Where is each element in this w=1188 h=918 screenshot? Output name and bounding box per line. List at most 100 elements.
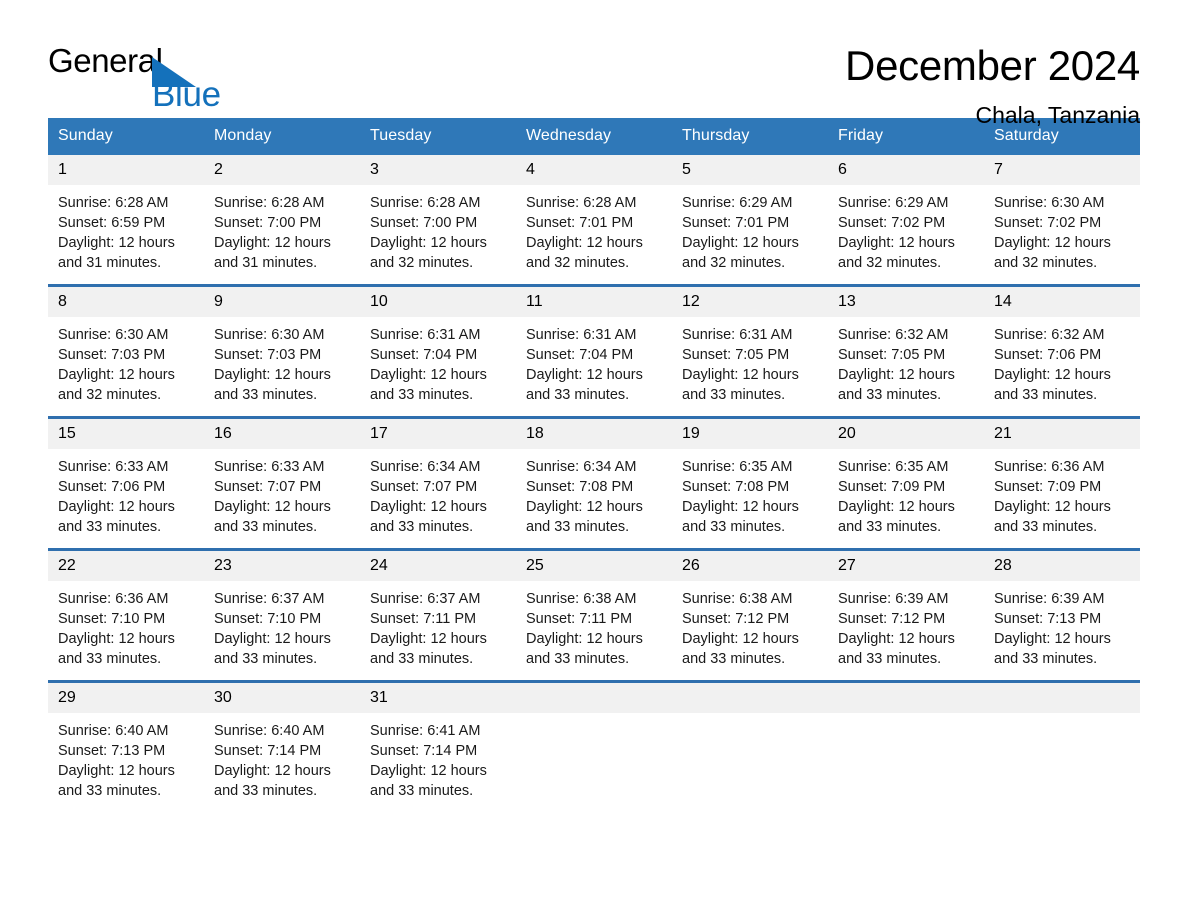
weekday-header-row: Sunday Monday Tuesday Wednesday Thursday… — [48, 118, 1140, 155]
sunrise-text: Sunrise: 6:33 AM — [58, 459, 169, 475]
weekday-friday: Friday — [838, 127, 884, 144]
logo-word-general: General — [48, 42, 163, 79]
sunset-text: Sunset: 7:01 PM — [526, 215, 634, 231]
sunset-text: Sunset: 7:10 PM — [214, 611, 322, 627]
daylight-line2: and 32 minutes. — [370, 255, 474, 271]
day-cell[interactable]: 22 Sunrise: 6:36 AM Sunset: 7:10 PM Dayl… — [48, 551, 204, 669]
generalblue-logo[interactable]: General Blue — [48, 44, 308, 114]
day-details: Sunrise: 6:40 AM Sunset: 7:13 PM Dayligh… — [48, 713, 204, 801]
day-cell[interactable]: 29 Sunrise: 6:40 AM Sunset: 7:13 PM Dayl… — [48, 683, 204, 801]
day-cell[interactable]: 7 Sunrise: 6:30 AM Sunset: 7:02 PM Dayli… — [984, 155, 1140, 273]
daylight-line2: and 32 minutes. — [526, 255, 630, 271]
day-details: Sunrise: 6:29 AM Sunset: 7:02 PM Dayligh… — [828, 185, 984, 273]
sunrise-text: Sunrise: 6:39 AM — [838, 591, 949, 607]
day-cell[interactable]: 10 Sunrise: 6:31 AM Sunset: 7:04 PM Dayl… — [360, 287, 516, 405]
daylight-line1: Daylight: 12 hours — [58, 235, 175, 251]
day-cell[interactable]: 1 Sunrise: 6:28 AM Sunset: 6:59 PM Dayli… — [48, 155, 204, 273]
day-number: 16 — [204, 419, 360, 449]
daylight-line2: and 33 minutes. — [838, 519, 942, 535]
day-cell[interactable]: 2 Sunrise: 6:28 AM Sunset: 7:00 PM Dayli… — [204, 155, 360, 273]
day-cell[interactable]: 12 Sunrise: 6:31 AM Sunset: 7:05 PM Dayl… — [672, 287, 828, 405]
day-cell[interactable]: 11 Sunrise: 6:31 AM Sunset: 7:04 PM Dayl… — [516, 287, 672, 405]
daylight-line1: Daylight: 12 hours — [838, 631, 955, 647]
sunset-text: Sunset: 7:14 PM — [370, 743, 478, 759]
sunset-text: Sunset: 7:07 PM — [370, 479, 478, 495]
sunrise-text: Sunrise: 6:40 AM — [214, 723, 325, 739]
sunset-text: Sunset: 7:05 PM — [682, 347, 790, 363]
day-details: Sunrise: 6:32 AM Sunset: 7:06 PM Dayligh… — [984, 317, 1140, 405]
day-cell[interactable]: 27 Sunrise: 6:39 AM Sunset: 7:12 PM Dayl… — [828, 551, 984, 669]
daylight-line2: and 33 minutes. — [526, 519, 630, 535]
day-details: Sunrise: 6:40 AM Sunset: 7:14 PM Dayligh… — [204, 713, 360, 801]
day-cell[interactable]: 24 Sunrise: 6:37 AM Sunset: 7:11 PM Dayl… — [360, 551, 516, 669]
day-number: 14 — [984, 287, 1140, 317]
week-row: 22 Sunrise: 6:36 AM Sunset: 7:10 PM Dayl… — [48, 548, 1140, 669]
day-cell[interactable]: 3 Sunrise: 6:28 AM Sunset: 7:00 PM Dayli… — [360, 155, 516, 273]
day-cell[interactable]: 4 Sunrise: 6:28 AM Sunset: 7:01 PM Dayli… — [516, 155, 672, 273]
day-details: Sunrise: 6:33 AM Sunset: 7:07 PM Dayligh… — [204, 449, 360, 537]
sunrise-text: Sunrise: 6:31 AM — [682, 327, 793, 343]
weekday-tuesday: Tuesday — [370, 127, 432, 144]
day-cell-empty — [516, 683, 672, 801]
day-cell[interactable]: 16 Sunrise: 6:33 AM Sunset: 7:07 PM Dayl… — [204, 419, 360, 537]
day-details: Sunrise: 6:36 AM Sunset: 7:09 PM Dayligh… — [984, 449, 1140, 537]
daylight-line2: and 33 minutes. — [370, 651, 474, 667]
day-cell[interactable]: 9 Sunrise: 6:30 AM Sunset: 7:03 PM Dayli… — [204, 287, 360, 405]
daylight-line1: Daylight: 12 hours — [370, 235, 487, 251]
day-cell[interactable]: 18 Sunrise: 6:34 AM Sunset: 7:08 PM Dayl… — [516, 419, 672, 537]
sunset-text: Sunset: 7:08 PM — [682, 479, 790, 495]
day-cell[interactable]: 28 Sunrise: 6:39 AM Sunset: 7:13 PM Dayl… — [984, 551, 1140, 669]
daylight-line1: Daylight: 12 hours — [214, 763, 331, 779]
day-details: Sunrise: 6:39 AM Sunset: 7:13 PM Dayligh… — [984, 581, 1140, 669]
daylight-line1: Daylight: 12 hours — [214, 499, 331, 515]
day-cell[interactable]: 26 Sunrise: 6:38 AM Sunset: 7:12 PM Dayl… — [672, 551, 828, 669]
day-cell[interactable]: 20 Sunrise: 6:35 AM Sunset: 7:09 PM Dayl… — [828, 419, 984, 537]
day-cell[interactable]: 6 Sunrise: 6:29 AM Sunset: 7:02 PM Dayli… — [828, 155, 984, 273]
sunset-text: Sunset: 7:04 PM — [526, 347, 634, 363]
daylight-line1: Daylight: 12 hours — [58, 631, 175, 647]
day-cell[interactable]: 5 Sunrise: 6:29 AM Sunset: 7:01 PM Dayli… — [672, 155, 828, 273]
day-cell[interactable]: 23 Sunrise: 6:37 AM Sunset: 7:10 PM Dayl… — [204, 551, 360, 669]
day-number: 21 — [984, 419, 1140, 449]
daylight-line2: and 32 minutes. — [838, 255, 942, 271]
day-details: Sunrise: 6:32 AM Sunset: 7:05 PM Dayligh… — [828, 317, 984, 405]
weekday-saturday: Saturday — [994, 127, 1059, 144]
day-cell[interactable]: 14 Sunrise: 6:32 AM Sunset: 7:06 PM Dayl… — [984, 287, 1140, 405]
day-number: 25 — [516, 551, 672, 581]
day-number: 11 — [516, 287, 672, 317]
day-number: 30 — [204, 683, 360, 713]
day-cell[interactable]: 17 Sunrise: 6:34 AM Sunset: 7:07 PM Dayl… — [360, 419, 516, 537]
daylight-line2: and 33 minutes. — [370, 783, 474, 799]
day-details: Sunrise: 6:28 AM Sunset: 7:00 PM Dayligh… — [204, 185, 360, 273]
sunset-text: Sunset: 7:10 PM — [58, 611, 166, 627]
day-cell[interactable]: 31 Sunrise: 6:41 AM Sunset: 7:14 PM Dayl… — [360, 683, 516, 801]
day-cell[interactable]: 13 Sunrise: 6:32 AM Sunset: 7:05 PM Dayl… — [828, 287, 984, 405]
day-cell[interactable]: 8 Sunrise: 6:30 AM Sunset: 7:03 PM Dayli… — [48, 287, 204, 405]
day-cell[interactable]: 25 Sunrise: 6:38 AM Sunset: 7:11 PM Dayl… — [516, 551, 672, 669]
daylight-line1: Daylight: 12 hours — [682, 499, 799, 515]
day-cell[interactable]: 30 Sunrise: 6:40 AM Sunset: 7:14 PM Dayl… — [204, 683, 360, 801]
day-details: Sunrise: 6:30 AM Sunset: 7:02 PM Dayligh… — [984, 185, 1140, 273]
day-cell[interactable]: 19 Sunrise: 6:35 AM Sunset: 7:08 PM Dayl… — [672, 419, 828, 537]
sunrise-text: Sunrise: 6:39 AM — [994, 591, 1105, 607]
day-details: Sunrise: 6:38 AM Sunset: 7:11 PM Dayligh… — [516, 581, 672, 669]
day-number — [516, 683, 672, 713]
day-number: 12 — [672, 287, 828, 317]
day-details: Sunrise: 6:41 AM Sunset: 7:14 PM Dayligh… — [360, 713, 516, 801]
day-cell[interactable]: 15 Sunrise: 6:33 AM Sunset: 7:06 PM Dayl… — [48, 419, 204, 537]
weekday-sunday: Sunday — [58, 127, 113, 144]
sunrise-text: Sunrise: 6:28 AM — [526, 195, 637, 211]
day-cell[interactable]: 21 Sunrise: 6:36 AM Sunset: 7:09 PM Dayl… — [984, 419, 1140, 537]
sunrise-text: Sunrise: 6:35 AM — [838, 459, 949, 475]
day-cell-empty — [984, 683, 1140, 801]
sunrise-text: Sunrise: 6:28 AM — [58, 195, 169, 211]
day-details: Sunrise: 6:34 AM Sunset: 7:07 PM Dayligh… — [360, 449, 516, 537]
daylight-line1: Daylight: 12 hours — [994, 235, 1111, 251]
daylight-line2: and 33 minutes. — [526, 387, 630, 403]
day-details: Sunrise: 6:28 AM Sunset: 7:00 PM Dayligh… — [360, 185, 516, 273]
day-number: 29 — [48, 683, 204, 713]
daylight-line1: Daylight: 12 hours — [682, 235, 799, 251]
day-number: 2 — [204, 155, 360, 185]
sunset-text: Sunset: 7:13 PM — [994, 611, 1102, 627]
day-details: Sunrise: 6:31 AM Sunset: 7:04 PM Dayligh… — [516, 317, 672, 405]
